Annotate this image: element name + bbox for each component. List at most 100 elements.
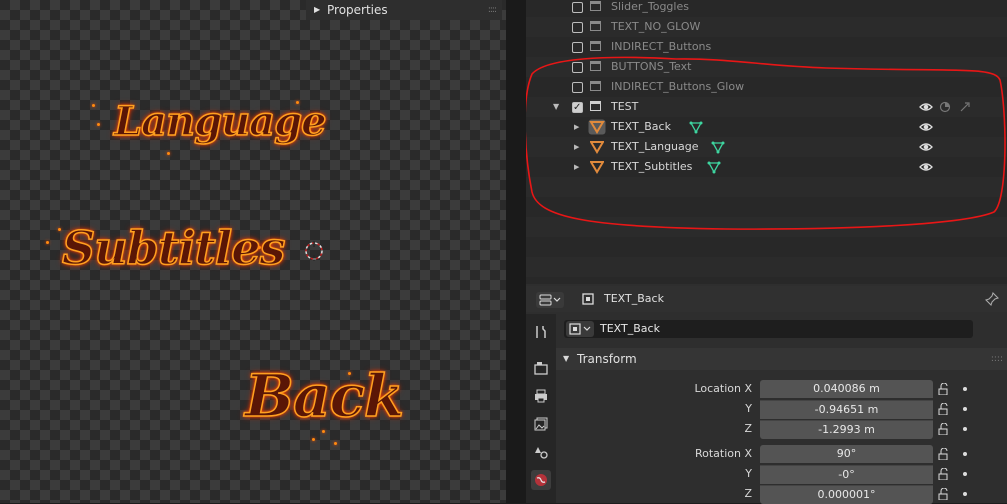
transform-panel-header[interactable]: ▼ Transform :::: — [556, 348, 1007, 370]
properties-editor[interactable]: TEXT_Back TEXT_Back ▼ Transform:::: Loc… — [526, 284, 1007, 504]
expand-triangle-icon[interactable]: ▶ — [574, 117, 579, 137]
spark — [322, 430, 325, 433]
wrench-screwdriver-icon — [536, 326, 546, 338]
3d-viewport[interactable]: ▶ Properties :::: Language Subtitles Bac… — [0, 0, 506, 503]
keyframe-dot-icon[interactable] — [963, 407, 967, 411]
exclude-checkbox[interactable] — [572, 42, 583, 53]
lock-icon[interactable] — [938, 488, 950, 500]
outliner[interactable]: Slider_Toggles TEXT_NO_GLOW INDIRECT_But… — [526, 0, 1007, 284]
transform-label: Transform — [577, 352, 637, 366]
collection-icon — [590, 1, 601, 11]
exclude-checkbox[interactable] — [572, 22, 583, 33]
text-object-language[interactable]: Language — [113, 97, 327, 146]
location-y-field[interactable]: -0.94651 m — [760, 400, 933, 419]
lock-icon[interactable] — [938, 448, 950, 460]
rotation-z-field[interactable]: 0.000001° — [760, 485, 933, 504]
object-name-field[interactable]: TEXT_Back — [564, 320, 973, 338]
collection-icon — [590, 81, 601, 91]
text-object-back[interactable]: Back — [244, 361, 405, 431]
expand-triangle-icon[interactable]: ▶ — [314, 0, 320, 20]
collection-icon — [590, 61, 601, 71]
exclude-checkbox[interactable] — [572, 98, 583, 118]
expand-triangle-icon[interactable]: ▶ — [574, 157, 579, 177]
collection-name[interactable]: TEXT_NO_GLOW — [611, 17, 700, 37]
object-name[interactable]: TEXT_Language — [611, 137, 699, 157]
outliner-empty-row — [526, 257, 1007, 277]
object-name[interactable]: TEXT_Back — [611, 117, 671, 137]
location-z-field[interactable]: -1.2993 m — [760, 420, 933, 439]
spark — [97, 123, 100, 126]
outliner-row-text-back[interactable]: ▶ TEXT_Back — [526, 117, 1007, 137]
properties-header: TEXT_Back — [526, 286, 1007, 312]
text-object-subtitles[interactable]: Subtitles — [61, 220, 286, 276]
scene-icon — [535, 447, 548, 459]
collapse-triangle-icon[interactable]: ▼ — [563, 348, 569, 370]
tab-scene[interactable] — [531, 442, 551, 462]
grip-icon[interactable]: :::: — [488, 0, 497, 20]
lock-icon[interactable] — [938, 423, 950, 435]
outliner-row-text-no-glow[interactable]: TEXT_NO_GLOW — [526, 17, 1007, 37]
outliner-row-text-subtitles[interactable]: ▶ TEXT_Subtitles — [526, 157, 1007, 177]
outliner-empty-row — [526, 177, 1007, 197]
collection-name[interactable]: INDIRECT_Buttons_Glow — [611, 77, 744, 97]
collection-name[interactable]: BUTTONS_Text — [611, 57, 691, 77]
outliner-empty-row — [526, 217, 1007, 237]
spark — [334, 442, 337, 445]
outliner-row-buttons-text[interactable]: BUTTONS_Text — [526, 57, 1007, 77]
lock-icon[interactable] — [938, 383, 950, 395]
keyframe-dot-icon[interactable] — [963, 492, 967, 496]
render-restrict-icon[interactable] — [958, 100, 972, 114]
eye-icon[interactable] — [919, 140, 933, 154]
lock-icon[interactable] — [938, 468, 950, 480]
3d-cursor-icon[interactable] — [304, 241, 324, 261]
area-divider[interactable] — [506, 0, 526, 503]
printer-icon — [535, 389, 547, 403]
editor-type-dropdown[interactable] — [536, 292, 564, 308]
properties-panel-header[interactable]: ▶ Properties :::: — [306, 0, 502, 20]
outliner-empty-row — [526, 237, 1007, 257]
tab-render[interactable] — [531, 358, 551, 378]
object-name[interactable]: TEXT_Subtitles — [611, 157, 692, 177]
tab-output[interactable] — [531, 386, 551, 406]
exclude-checkbox[interactable] — [572, 2, 583, 13]
collection-name[interactable]: INDIRECT_Buttons — [611, 37, 711, 57]
outliner-row-indirect-buttons-glow[interactable]: INDIRECT_Buttons_Glow — [526, 77, 1007, 97]
eye-icon[interactable] — [919, 100, 933, 114]
tab-tool[interactable] — [531, 322, 551, 342]
rotation-y-field[interactable]: -0° — [760, 465, 933, 484]
object-type-dropdown[interactable] — [566, 321, 594, 337]
tab-view-layer[interactable] — [531, 414, 551, 434]
modifier-icon[interactable] — [707, 160, 721, 174]
exclude-checkbox[interactable] — [572, 82, 583, 93]
object-icon — [569, 323, 591, 335]
keyframe-dot-icon[interactable] — [963, 387, 967, 391]
lock-icon[interactable] — [938, 403, 950, 415]
outliner-row-slider-toggles[interactable]: Slider_Toggles — [526, 0, 1007, 17]
pin-icon[interactable] — [985, 292, 999, 306]
eye-icon[interactable] — [919, 160, 933, 174]
camera-restrict-icon[interactable] — [938, 100, 952, 114]
modifier-icon[interactable] — [711, 140, 725, 154]
keyframe-dot-icon[interactable] — [963, 472, 967, 476]
eye-icon[interactable] — [919, 120, 933, 134]
outliner-row-text-language[interactable]: ▶ TEXT_Language — [526, 137, 1007, 157]
grip-icon[interactable]: :::: — [991, 348, 1003, 370]
modifier-icon[interactable] — [689, 120, 703, 134]
object-name-value[interactable]: TEXT_Back — [600, 320, 660, 338]
keyframe-dot-icon[interactable] — [963, 427, 967, 431]
collapse-triangle-icon[interactable]: ▼ — [553, 97, 559, 117]
properties-tab-bar — [526, 314, 556, 503]
rotation-x-field[interactable]: 90° — [760, 445, 933, 463]
outliner-row-test[interactable]: ▼ TEST — [526, 97, 1007, 118]
rotation-x-label: Rotation X — [694, 447, 752, 460]
tab-world[interactable] — [531, 470, 551, 490]
outliner-row-indirect-buttons[interactable]: INDIRECT_Buttons — [526, 37, 1007, 57]
exclude-checkbox[interactable] — [572, 62, 583, 73]
spark — [296, 101, 299, 104]
collection-name[interactable]: Slider_Toggles — [611, 0, 689, 17]
collection-name[interactable]: TEST — [611, 97, 638, 117]
expand-triangle-icon[interactable]: ▶ — [574, 137, 579, 157]
properties-editor-icon — [539, 294, 561, 306]
location-x-field[interactable]: 0.040086 m — [760, 380, 933, 398]
keyframe-dot-icon[interactable] — [963, 452, 967, 456]
